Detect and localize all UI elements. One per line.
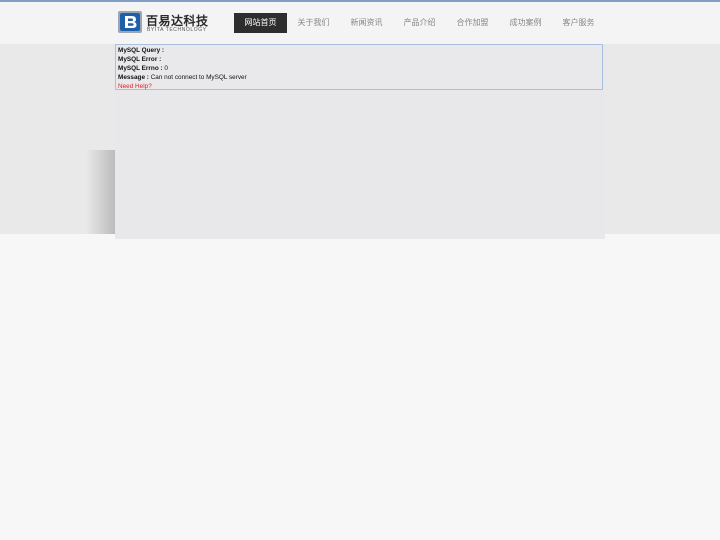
- error-errno-label: MySQL Errno :: [118, 65, 163, 72]
- nav-item-products[interactable]: 产品介绍: [393, 13, 446, 33]
- logo-b-icon: [118, 11, 142, 33]
- error-error-row: MySQL Error :: [118, 55, 600, 64]
- main-nav: 网站首页 关于我们 新闻资讯 产品介绍 合作加盟 成功案例 客户服务: [234, 13, 605, 33]
- error-errno-row: MySQL Errno : 0: [118, 64, 600, 73]
- site-logo[interactable]: 百易达科技 BYITA TECHNOLOGY: [118, 11, 208, 37]
- error-query-label: MySQL Query :: [118, 47, 165, 54]
- nav-item-news[interactable]: 新闻资讯: [340, 13, 393, 33]
- nav-item-partnership[interactable]: 合作加盟: [446, 13, 499, 33]
- brand-name-en: BYITA TECHNOLOGY: [147, 27, 207, 33]
- banner-shadow: [86, 150, 115, 234]
- error-message-label: Message :: [118, 74, 149, 81]
- error-error-label: MySQL Error :: [118, 56, 162, 63]
- error-query-row: MySQL Query :: [118, 46, 600, 55]
- mysql-error-panel: MySQL Query : MySQL Error : MySQL Errno …: [115, 44, 603, 90]
- error-help-row: Need Help?: [118, 82, 600, 91]
- error-message-value: Can not connect to MySQL server: [150, 74, 247, 81]
- nav-item-cases[interactable]: 成功案例: [499, 13, 552, 33]
- need-help-link[interactable]: Need Help?: [118, 83, 152, 90]
- nav-item-home[interactable]: 网站首页: [234, 13, 287, 33]
- nav-item-service[interactable]: 客户服务: [552, 13, 605, 33]
- site-header: 百易达科技 BYITA TECHNOLOGY 网站首页 关于我们 新闻资讯 产品…: [0, 2, 720, 44]
- nav-item-about[interactable]: 关于我们: [287, 13, 340, 33]
- error-errno-value: 0: [164, 65, 168, 72]
- error-message-row: Message : Can not connect to MySQL serve…: [118, 73, 600, 82]
